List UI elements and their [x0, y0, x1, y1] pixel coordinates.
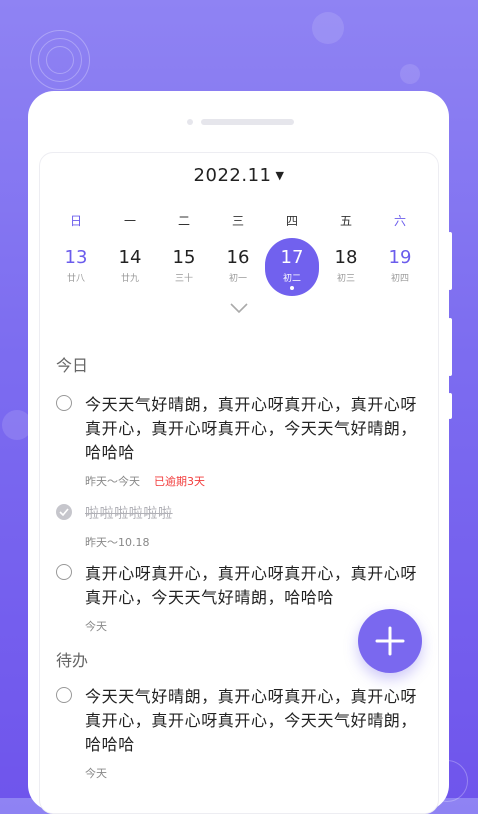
task-meta: 今天 — [85, 765, 426, 781]
task-text: 今天天气好晴朗，真开心呀真开心，真开心呀真开心，真开心呀真开心，今天天气好晴朗，… — [85, 687, 418, 754]
task-item[interactable]: 今天天气好晴朗，真开心呀真开心，真开心呀真开心，真开心呀真开心，今天天气好晴朗，… — [56, 393, 426, 489]
phone-side-button — [448, 393, 452, 419]
task-text: 啦啦啦啦啦啦 — [85, 506, 173, 522]
task-date: 今天 — [85, 767, 107, 780]
lunar-date: 三十 — [174, 274, 193, 284]
task-text: 今天天气好晴朗，真开心呀真开心，真开心呀真开心，真开心呀真开心，今天天气好晴朗，… — [85, 395, 418, 462]
weekday-wed: 三 — [231, 214, 244, 228]
section-title-today: 今日 — [56, 356, 89, 375]
decor-ring — [46, 46, 74, 74]
task-date: 今天 — [85, 620, 107, 633]
task-item-done[interactable]: 啦啦啦啦啦啦 昨天～10.18 — [56, 502, 426, 550]
task-date: 昨天～10.18 — [85, 536, 150, 549]
day-number: 16 — [226, 247, 250, 268]
day-cell-16[interactable]: 16 初一 — [211, 238, 265, 296]
task-checkbox[interactable] — [56, 687, 72, 703]
task-meta: 昨天～今天 已逾期3天 — [85, 473, 426, 489]
plus-icon — [375, 626, 405, 656]
event-dot — [290, 286, 294, 290]
day-number: 13 — [64, 247, 88, 268]
day-cell-14[interactable]: 14 廿九 — [103, 238, 157, 296]
weekday-mon: 一 — [123, 214, 136, 228]
task-checkbox[interactable] — [56, 395, 72, 411]
phone-side-button — [448, 318, 452, 376]
day-number: 14 — [118, 247, 142, 268]
lunar-date: 初一 — [228, 274, 247, 284]
weekday-thu: 四 — [285, 214, 298, 228]
lunar-date: 廿八 — [66, 274, 85, 284]
section-title-pending: 待办 — [56, 651, 89, 670]
weekday-tue: 二 — [177, 214, 190, 228]
task-date: 昨天～今天 — [85, 475, 140, 488]
phone-camera — [187, 119, 193, 125]
task-checkbox-checked[interactable] — [56, 504, 72, 520]
day-cell-19[interactable]: 19 初四 — [373, 238, 427, 296]
lunar-date: 初三 — [336, 274, 355, 284]
decor-dot — [312, 12, 344, 44]
task-item[interactable]: 今天天气好晴朗，真开心呀真开心，真开心呀真开心，真开心呀真开心，今天天气好晴朗，… — [56, 685, 426, 781]
add-task-button[interactable] — [358, 609, 422, 673]
day-cell-18[interactable]: 18 初三 — [319, 238, 373, 296]
lunar-date: 初二 — [282, 274, 301, 284]
weekday-sun: 日 — [69, 214, 82, 228]
task-checkbox[interactable] — [56, 564, 72, 580]
task-text: 真开心呀真开心，真开心呀真开心，真开心呀真开心，今天天气好晴朗，哈哈哈 — [85, 564, 418, 607]
day-number: 17 — [280, 247, 304, 268]
day-number: 18 — [334, 247, 358, 268]
day-cell-13[interactable]: 13 廿八 — [49, 238, 103, 296]
phone-side-button — [448, 232, 452, 290]
month-selector[interactable]: 2022.11 ▼ — [0, 165, 478, 186]
decor-dot — [400, 64, 420, 84]
weekday-sat: 六 — [393, 214, 406, 228]
lunar-date: 初四 — [390, 274, 409, 284]
day-number: 15 — [172, 247, 196, 268]
overdue-badge: 已逾期3天 — [154, 475, 205, 488]
lunar-date: 廿九 — [120, 274, 139, 284]
chevron-down-icon[interactable] — [229, 302, 249, 314]
weekday-fri: 五 — [339, 214, 352, 228]
caret-down-icon: ▼ — [275, 169, 285, 182]
month-label: 2022.11 — [193, 165, 272, 186]
day-cell-17-selected[interactable]: 17 初二 — [265, 238, 319, 296]
day-cell-15[interactable]: 15 三十 — [157, 238, 211, 296]
task-meta: 昨天～10.18 — [85, 534, 426, 550]
phone-speaker — [201, 119, 294, 125]
check-icon — [59, 508, 69, 516]
day-number: 19 — [388, 247, 412, 268]
